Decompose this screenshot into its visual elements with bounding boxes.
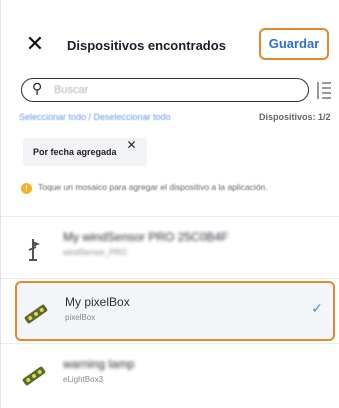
device-tile-selected[interactable]: My pixelBox pixelBox ✓: [15, 281, 335, 341]
device-count: Dispositivos: 1/2: [259, 112, 331, 122]
page-title: Dispositivos encontrados: [67, 38, 226, 53]
led-strip-icon: [22, 366, 46, 386]
divider: [1, 343, 339, 344]
device-type: pixelBox: [65, 313, 96, 322]
close-icon[interactable]: ✕: [23, 33, 47, 57]
divider: [1, 216, 339, 217]
sort-list-icon[interactable]: [317, 78, 333, 102]
filter-chip[interactable]: Por fecha agregada ✕: [23, 138, 147, 166]
device-type: eLightBox3: [63, 375, 104, 384]
header-bar: ✕ Dispositivos encontrados Guardar: [1, 28, 339, 64]
device-type: windSensor_PRO: [63, 248, 127, 257]
device-tile[interactable]: My windSensor PRO 25C0B4F windSensor_PRO: [15, 218, 335, 278]
wind-sensor-icon: [28, 239, 40, 261]
search-icon: ⚲: [32, 81, 43, 97]
info-icon: !: [21, 183, 32, 194]
device-name: My windSensor PRO 25C0B4F: [63, 230, 229, 244]
search-placeholder: Buscar: [54, 84, 89, 96]
led-strip-icon: [24, 304, 48, 324]
select-all-links[interactable]: Seleccionar todo / Deseleccionar todo: [19, 112, 171, 122]
search-input[interactable]: ⚲ Buscar: [21, 78, 309, 102]
save-button[interactable]: Guardar: [259, 28, 329, 60]
hint-text: Toque un mosaico para agregar el disposi…: [38, 182, 268, 192]
filter-chip-label: Por fecha agregada: [33, 147, 117, 157]
device-discovery-screen: ✕ Dispositivos encontrados Guardar ⚲ Bus…: [0, 0, 339, 408]
close-icon[interactable]: ✕: [126, 138, 136, 152]
device-name: My pixelBox: [65, 295, 130, 309]
checkmark-icon: ✓: [311, 301, 323, 317]
divider: [1, 278, 339, 279]
device-name: warning lamp: [63, 357, 135, 371]
device-tile[interactable]: warning lamp eLightBox3: [15, 345, 335, 405]
